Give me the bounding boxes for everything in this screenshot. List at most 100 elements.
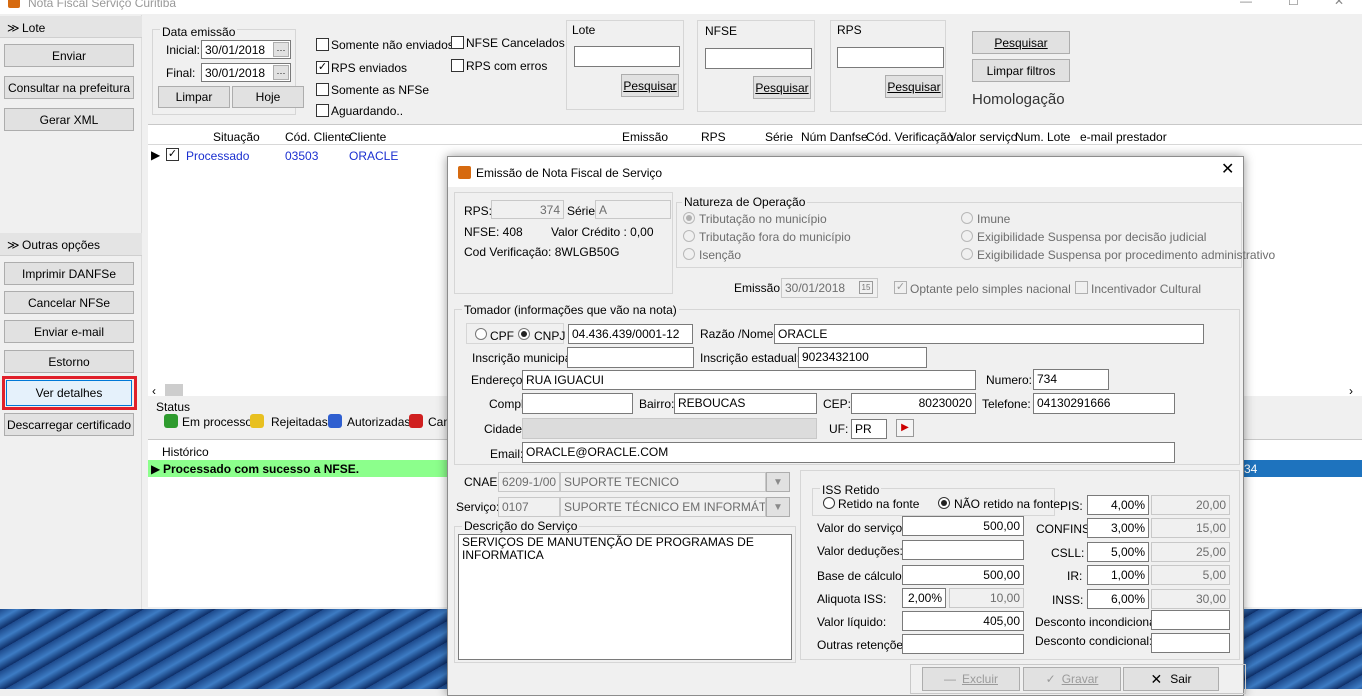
imprimir-danfse-button[interactable]: Imprimir DANFSe — [4, 262, 134, 285]
somente-nfse-checkbox[interactable] — [316, 83, 329, 96]
tributacao-fora-radio[interactable] — [683, 230, 695, 242]
ver-detalhes-button[interactable]: Ver detalhes — [6, 380, 132, 406]
rps-com-erros-checkbox[interactable] — [451, 59, 464, 72]
valor-servico-field[interactable]: 500,00 — [902, 516, 1024, 536]
numero-field[interactable]: 734 — [1033, 369, 1109, 390]
nao-retido-fonte-radio[interactable] — [938, 497, 950, 509]
optante-checkbox[interactable]: ✓ — [894, 281, 907, 294]
calendar-icon[interactable]: 15 — [859, 281, 873, 294]
hoje-button[interactable]: Hoje — [232, 86, 304, 108]
endereco-field[interactable]: RUA IGUACUI — [522, 370, 976, 390]
servico-dropdown-button[interactable]: ▼ — [766, 497, 790, 517]
cpf-radio[interactable] — [475, 328, 487, 340]
descricao-textarea[interactable]: SERVIÇOS DE MANUTENÇÃO DE PROGRAMAS DE I… — [458, 534, 792, 660]
pis-val-field[interactable]: 20,00 — [1151, 495, 1230, 515]
enviar-button[interactable]: Enviar — [4, 44, 134, 67]
cancelar-nfse-button[interactable]: Cancelar NFSe — [4, 291, 134, 314]
inss-val-field[interactable]: 30,00 — [1151, 589, 1230, 609]
confins-val-field[interactable]: 15,00 — [1151, 518, 1230, 538]
incentivador-checkbox[interactable] — [1075, 281, 1088, 294]
email-field[interactable]: ORACLE@ORACLE.COM — [522, 442, 1175, 463]
inicial-picker-button[interactable]: ··· — [273, 42, 289, 57]
col-num-danfse[interactable]: Núm Danfse — [801, 130, 868, 144]
outras-opcoes-header[interactable]: ≫ Outras opções — [0, 233, 142, 256]
col-rps[interactable]: RPS — [701, 130, 726, 144]
rps-input[interactable] — [837, 47, 944, 68]
base-calculo-field[interactable]: 500,00 — [902, 565, 1024, 585]
sair-button[interactable]: ✕ Sair — [1123, 667, 1219, 691]
bairro-field[interactable]: REBOUCAS — [674, 393, 817, 414]
gravar-button[interactable]: ✓ Gravar — [1023, 667, 1121, 691]
minimize-icon[interactable]: — — [1240, 0, 1252, 8]
rps-pesquisar-button[interactable]: Pesquisar — [885, 75, 943, 98]
nfse-pesquisar-button[interactable]: Pesquisar — [753, 76, 811, 99]
scroll-right-icon[interactable]: › — [1349, 384, 1353, 398]
lote-input[interactable] — [574, 46, 680, 67]
lote-pesquisar-button[interactable]: Pesquisar — [621, 74, 679, 97]
cnpj-radio[interactable] — [518, 328, 530, 340]
pesquisar-button[interactable]: Pesquisar — [972, 31, 1070, 54]
col-situacao[interactable]: Situação — [213, 130, 260, 144]
imune-radio[interactable] — [961, 212, 973, 224]
aguardando-checkbox[interactable] — [316, 104, 329, 117]
uf-field[interactable]: PR — [851, 419, 887, 439]
cnae-desc-field[interactable]: SUPORTE TECNICO — [560, 472, 766, 492]
col-serie[interactable]: Série — [765, 130, 793, 144]
scroll-left-icon[interactable]: ‹ — [152, 384, 156, 398]
rps-enviados-checkbox[interactable]: ✓ — [316, 61, 329, 74]
lote-header[interactable]: ≫ Lote — [0, 16, 142, 38]
excluir-button[interactable]: — Excluir — [922, 667, 1020, 691]
desconto-condicional-field[interactable] — [1151, 633, 1230, 653]
limpar-filtros-button[interactable]: Limpar filtros — [972, 59, 1070, 82]
cidade-lookup-icon[interactable]: ▶ — [896, 419, 914, 437]
inss-pct-field[interactable]: 6,00% — [1087, 589, 1149, 609]
col-valor-servico[interactable]: Valor serviço — [949, 130, 1017, 144]
col-cod-verificacao[interactable]: Cód. Verificação — [866, 130, 953, 144]
servico-code-field[interactable]: 0107 — [498, 497, 560, 517]
desconto-incondicional-field[interactable] — [1151, 610, 1230, 630]
cep-field[interactable]: 80230020 — [851, 393, 976, 414]
ir-pct-field[interactable]: 1,00% — [1087, 565, 1149, 585]
nfse-cancelados-checkbox[interactable] — [451, 36, 464, 49]
aliquota-valor-field[interactable]: 10,00 — [949, 588, 1024, 608]
suspensa-judicial-radio[interactable] — [961, 230, 973, 242]
compl-field[interactable] — [522, 393, 633, 414]
csll-pct-field[interactable]: 5,00% — [1087, 542, 1149, 562]
suspensa-administrativo-radio[interactable] — [961, 248, 973, 260]
csll-val-field[interactable]: 25,00 — [1151, 542, 1230, 562]
outras-retencoes-field[interactable] — [902, 634, 1024, 654]
confins-pct-field[interactable]: 3,00% — [1087, 518, 1149, 538]
estorno-button[interactable]: Estorno — [4, 350, 134, 373]
razao-field[interactable]: ORACLE — [774, 324, 1204, 344]
insc-municipal-field[interactable] — [567, 347, 694, 368]
cnae-code-field[interactable]: 6209-1/00 — [498, 472, 560, 492]
col-num-lote[interactable]: Num. Lote — [1015, 130, 1070, 144]
valor-liquido-field[interactable]: 405,00 — [902, 611, 1024, 631]
col-email-prestador[interactable]: e-mail prestador — [1080, 130, 1167, 144]
pis-pct-field[interactable]: 4,00% — [1087, 495, 1149, 515]
maximize-icon[interactable]: ☐ — [1288, 0, 1299, 8]
ir-val-field[interactable]: 5,00 — [1151, 565, 1230, 585]
col-cliente[interactable]: Cliente — [349, 130, 386, 144]
somente-nao-enviados-checkbox[interactable] — [316, 38, 329, 51]
row-checkbox[interactable]: ✓ — [166, 148, 179, 161]
horizontal-scrollbar-thumb[interactable] — [165, 384, 183, 396]
enviar-email-button[interactable]: Enviar e-mail — [4, 320, 134, 343]
nfse-input[interactable] — [705, 48, 812, 69]
servico-desc-field[interactable]: SUPORTE TÉCNICO EM INFORMÁTICA, — [560, 497, 766, 517]
rps-field[interactable]: 374 — [491, 200, 564, 219]
gerar-xml-button[interactable]: Gerar XML — [4, 108, 134, 131]
col-emissao[interactable]: Emissão — [622, 130, 668, 144]
close-icon[interactable]: ✕ — [1334, 0, 1344, 8]
consultar-prefeitura-button[interactable]: Consultar na prefeitura — [4, 76, 134, 99]
isencao-radio[interactable] — [683, 248, 695, 260]
cidade-field[interactable] — [522, 418, 817, 439]
tributacao-municipio-radio[interactable] — [683, 212, 695, 224]
cnae-dropdown-button[interactable]: ▼ — [766, 472, 790, 492]
cnpj-field[interactable]: 04.436.439/0001-12 — [568, 324, 693, 344]
limpar-button[interactable]: Limpar — [158, 86, 230, 108]
descarregar-certificado-button[interactable]: Descarregar certificado — [4, 413, 134, 436]
final-picker-button[interactable]: ··· — [273, 65, 289, 80]
telefone-field[interactable]: 04130291666 — [1033, 393, 1175, 414]
dialog-close-icon[interactable]: ✕ — [1221, 162, 1234, 178]
